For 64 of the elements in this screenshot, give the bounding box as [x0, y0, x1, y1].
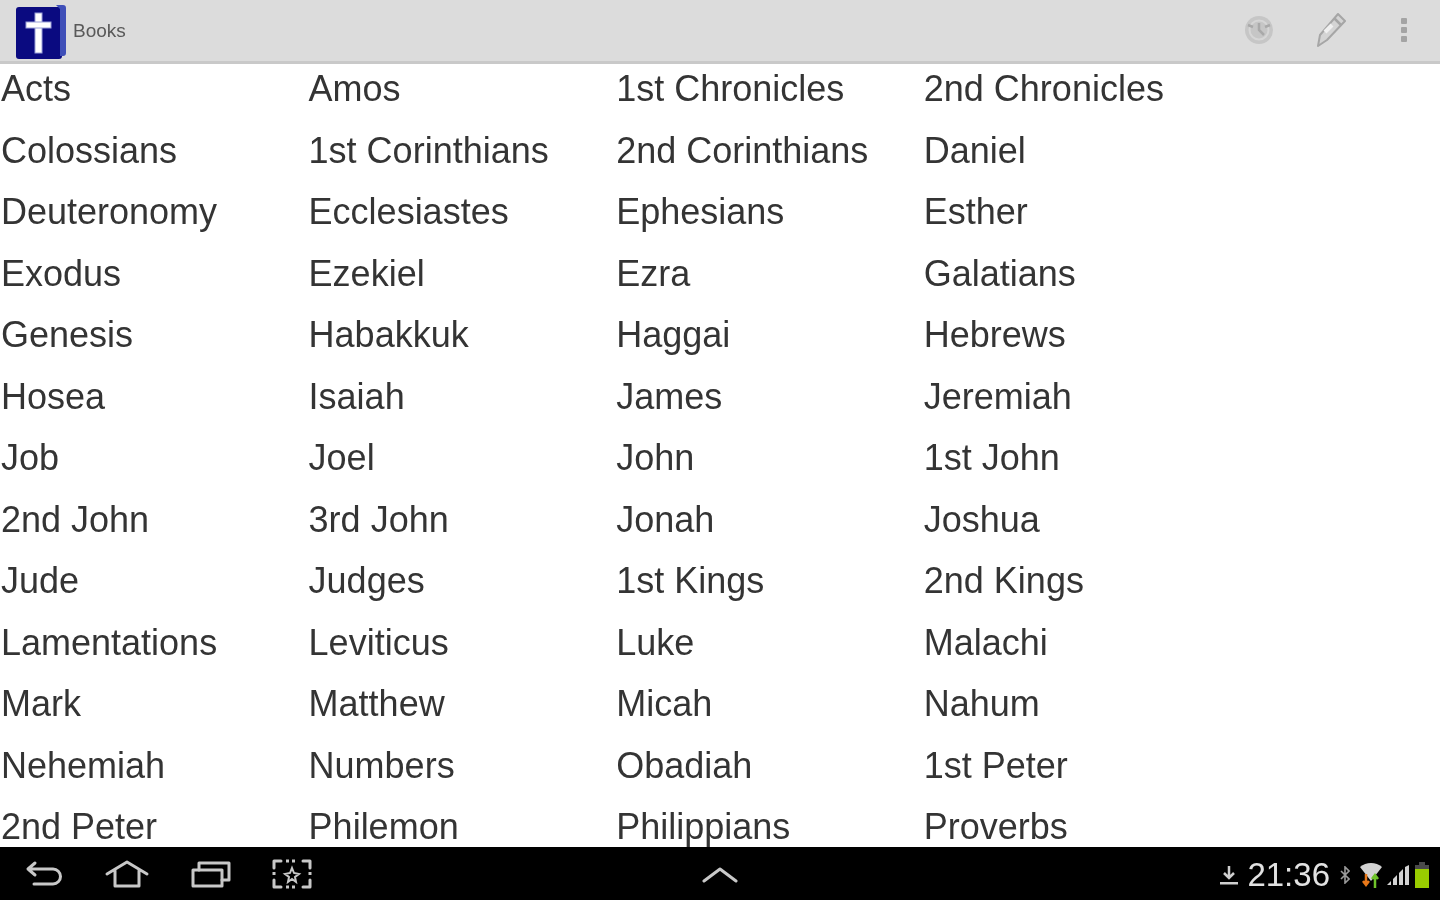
- book-item[interactable]: John: [615, 439, 695, 477]
- book-item[interactable]: Numbers: [307, 746, 455, 785]
- book-item[interactable]: Ezra: [615, 254, 691, 293]
- book-item[interactable]: Acts: [0, 70, 71, 108]
- book-item[interactable]: Hebrews: [922, 316, 1066, 354]
- book-item[interactable]: 1st Corinthians: [307, 131, 549, 170]
- book-item[interactable]: Leviticus: [307, 623, 449, 662]
- book-item[interactable]: Deuteronomy: [0, 193, 218, 231]
- book-item[interactable]: 1st Chronicles: [615, 70, 845, 108]
- book-icon[interactable]: [16, 4, 66, 59]
- book-item[interactable]: Jeremiah: [922, 377, 1072, 416]
- book-item[interactable]: 2nd Kings: [922, 562, 1084, 600]
- book-item[interactable]: Nehemiah: [0, 746, 166, 785]
- signal-icon: [1387, 864, 1409, 885]
- book-item[interactable]: Ephesians: [615, 193, 785, 231]
- book-item[interactable]: 2nd Corinthians: [615, 131, 869, 170]
- book-item[interactable]: Daniel: [922, 131, 1026, 170]
- book-item[interactable]: Obadiah: [615, 746, 753, 785]
- book-item[interactable]: Galatians: [922, 254, 1076, 293]
- book-item[interactable]: Proverbs: [922, 808, 1068, 846]
- book-item[interactable]: Matthew: [307, 685, 445, 723]
- book-item[interactable]: 3rd John: [307, 500, 449, 539]
- book-item[interactable]: 2nd Peter: [0, 808, 158, 846]
- book-item[interactable]: Malachi: [922, 623, 1048, 662]
- status-time: 21:36: [1247, 854, 1330, 895]
- screenshot-icon[interactable]: [272, 858, 312, 889]
- book-item[interactable]: Philemon: [307, 808, 459, 846]
- battery-icon: [1415, 861, 1429, 888]
- book-item[interactable]: Lamentations: [0, 623, 218, 662]
- book-item[interactable]: Jonah: [615, 500, 715, 539]
- book-item[interactable]: Ecclesiastes: [307, 193, 509, 231]
- book-item[interactable]: Micah: [615, 685, 713, 723]
- book-item[interactable]: Genesis: [0, 316, 134, 354]
- book-item[interactable]: Exodus: [0, 254, 122, 293]
- book-item[interactable]: 1st Kings: [615, 562, 765, 600]
- book-item[interactable]: Habakkuk: [307, 316, 469, 354]
- book-item[interactable]: Amos: [307, 70, 401, 108]
- book-item[interactable]: Esther: [922, 193, 1028, 231]
- book-item[interactable]: Ezekiel: [307, 254, 425, 293]
- recent-apps-icon[interactable]: [191, 859, 231, 888]
- book-item[interactable]: Hosea: [0, 377, 106, 416]
- book-item[interactable]: Nahum: [922, 685, 1040, 723]
- book-item[interactable]: Judges: [307, 562, 425, 600]
- wifi-icon: [1359, 861, 1383, 888]
- book-item[interactable]: 1st John: [922, 439, 1060, 477]
- bluetooth-icon: [1340, 865, 1350, 884]
- book-item[interactable]: 1st Peter: [922, 746, 1068, 785]
- book-item[interactable]: Jude: [0, 562, 80, 600]
- book-item[interactable]: Joshua: [922, 500, 1040, 539]
- back-icon[interactable]: [25, 859, 63, 888]
- book-item[interactable]: Philippians: [615, 808, 791, 846]
- home-icon[interactable]: [104, 858, 150, 889]
- book-item[interactable]: Luke: [615, 623, 695, 662]
- book-item[interactable]: 2nd John: [0, 500, 150, 539]
- download-icon[interactable]: [1220, 864, 1239, 885]
- book-item[interactable]: Isaiah: [307, 377, 405, 416]
- app-title: Books: [73, 19, 126, 42]
- book-item[interactable]: 2nd Chronicles: [922, 70, 1164, 108]
- book-item[interactable]: Mark: [0, 685, 81, 723]
- book-item[interactable]: Job: [0, 439, 60, 477]
- book-item[interactable]: Colossians: [0, 131, 178, 170]
- book-item[interactable]: Joel: [307, 439, 375, 477]
- book-item[interactable]: Haggai: [615, 316, 731, 354]
- book-item[interactable]: James: [615, 377, 723, 416]
